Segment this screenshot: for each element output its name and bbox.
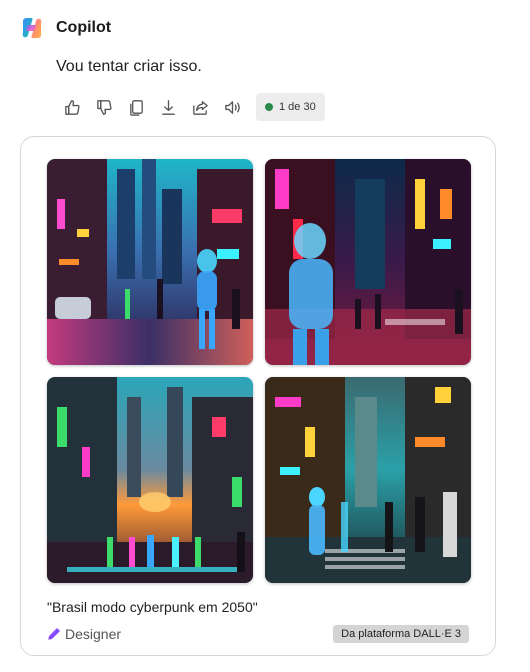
designer-icon <box>48 628 60 640</box>
generated-image-1[interactable] <box>47 159 253 365</box>
copilot-logo-icon <box>20 16 44 40</box>
generated-image-4[interactable] <box>265 377 471 583</box>
counter-text: 1 de 30 <box>279 101 316 113</box>
status-dot-icon <box>265 103 273 111</box>
share-icon <box>192 100 208 115</box>
thumbs-up-icon <box>64 99 80 115</box>
thumbs-up-button[interactable] <box>56 92 88 122</box>
generated-image-3[interactable] <box>47 377 253 583</box>
app-header: Copilot <box>20 16 111 40</box>
share-button[interactable] <box>184 92 216 122</box>
response-counter: 1 de 30 <box>256 93 325 121</box>
app-title: Copilot <box>56 19 112 36</box>
copy-icon <box>129 99 143 116</box>
download-icon <box>161 99 175 115</box>
message-actions: 1 de 30 <box>56 92 325 122</box>
card-footer: Designer Da plataforma DALL·E 3 <box>47 624 469 644</box>
image-result-card: "Brasil modo cyberpunk em 2050" Designer… <box>20 136 496 656</box>
copy-button[interactable] <box>120 92 152 122</box>
speaker-icon <box>224 100 240 114</box>
thumbs-down-icon <box>96 99 112 115</box>
image-prompt-text: "Brasil modo cyberpunk em 2050" <box>47 599 258 615</box>
download-button[interactable] <box>152 92 184 122</box>
thumbs-down-button[interactable] <box>88 92 120 122</box>
designer-label: Designer <box>65 626 122 642</box>
assistant-message: Vou tentar criar isso. <box>56 58 202 75</box>
source-badge: Da plataforma DALL·E 3 <box>333 625 469 643</box>
generated-image-2[interactable] <box>265 159 471 365</box>
read-aloud-button[interactable] <box>216 92 248 122</box>
designer-link[interactable]: Designer <box>47 626 121 642</box>
